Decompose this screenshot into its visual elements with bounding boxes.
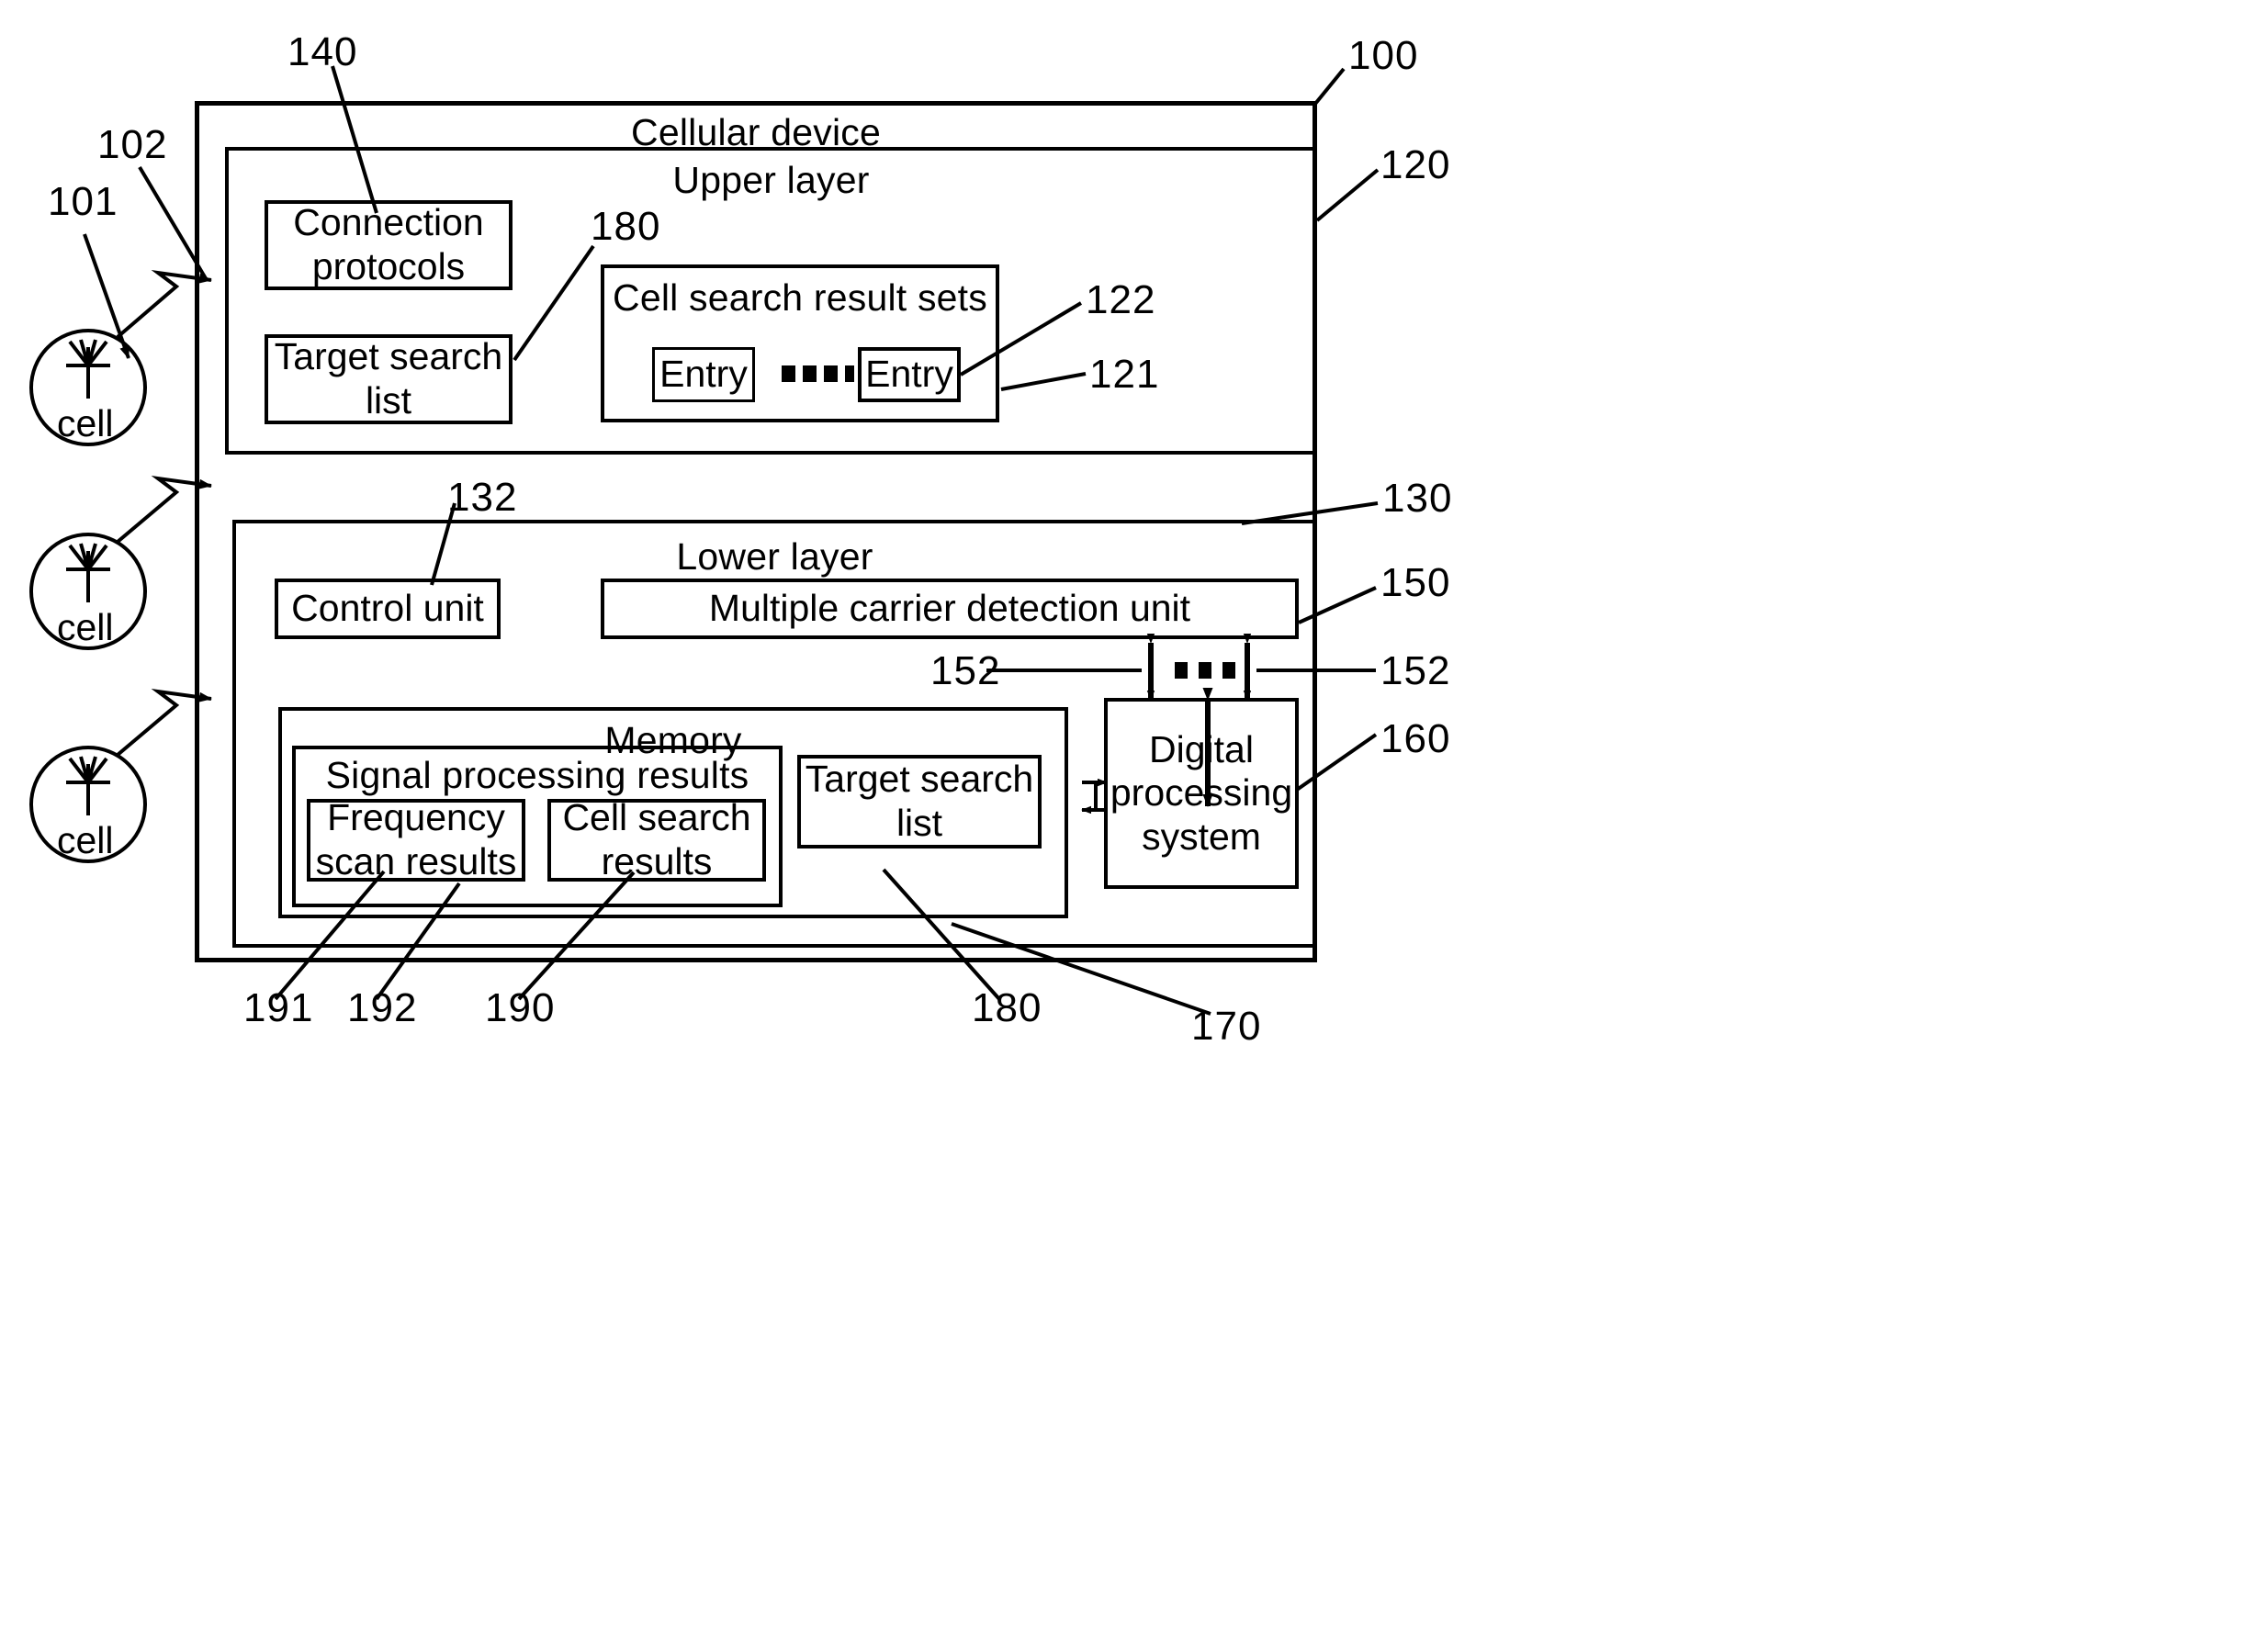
ref-100: 100 (1348, 33, 1419, 78)
entry-box-first: Entry (652, 347, 755, 402)
target-search-list-upper-label: Target search list (274, 335, 503, 421)
control-unit-box: Control unit (275, 579, 501, 639)
cell-search-results-box: Cell search results (547, 796, 766, 882)
upper-layer-title: Upper layer (672, 159, 870, 201)
ref-130: 130 (1382, 476, 1453, 521)
target-search-list-lower-box: Target search list (797, 755, 1042, 848)
entry-label-first: Entry (659, 353, 748, 396)
cell-label-1: cell (57, 402, 114, 444)
frequency-scan-results-label: Frequency scan results (315, 796, 517, 882)
cell-label-2: cell (57, 606, 114, 648)
ref-120: 120 (1380, 142, 1451, 187)
target-search-list-upper-box: Target search list (265, 334, 513, 424)
digital-processing-system-box: Digital processing system (1104, 698, 1299, 889)
connection-protocols-box: Connection protocols (265, 200, 513, 290)
entry-box-last: Entry (858, 347, 961, 402)
cell-search-result-sets-label: Cell search result sets (613, 276, 987, 319)
ref-150: 150 (1380, 560, 1451, 605)
cell-label-3: cell (57, 819, 114, 861)
ref-140: 140 (287, 29, 358, 74)
digital-processing-system-label: Digital processing system (1110, 727, 1293, 858)
ref-160: 160 (1380, 716, 1451, 761)
ref-190: 190 (485, 985, 556, 1030)
control-unit-label: Control unit (291, 587, 484, 630)
ref-180-lower: 180 (972, 985, 1042, 1030)
ref-101: 101 (48, 179, 118, 224)
entry-label-last: Entry (865, 353, 953, 396)
signal-processing-results-label: Signal processing results (325, 754, 749, 796)
ref-102: 102 (97, 122, 168, 167)
target-search-list-lower-label: Target search list (805, 758, 1034, 844)
figure-canvas: 140 100 102 101 120 180 122 121 132 130 … (0, 0, 2242, 1652)
lower-layer-title: Lower layer (676, 535, 873, 578)
connection-protocols-label: Connection protocols (293, 201, 484, 287)
ref-170: 170 (1191, 1004, 1262, 1049)
multiple-carrier-detection-unit-label: Multiple carrier detection unit (708, 587, 1191, 630)
ref-191: 191 (243, 985, 314, 1030)
cell-search-results-label: Cell search results (562, 796, 751, 882)
ref-152-right: 152 (1380, 648, 1451, 693)
frequency-scan-results-box: Frequency scan results (307, 796, 525, 882)
ref-192: 192 (347, 985, 418, 1030)
multiple-carrier-detection-unit-box: Multiple carrier detection unit (601, 579, 1299, 639)
